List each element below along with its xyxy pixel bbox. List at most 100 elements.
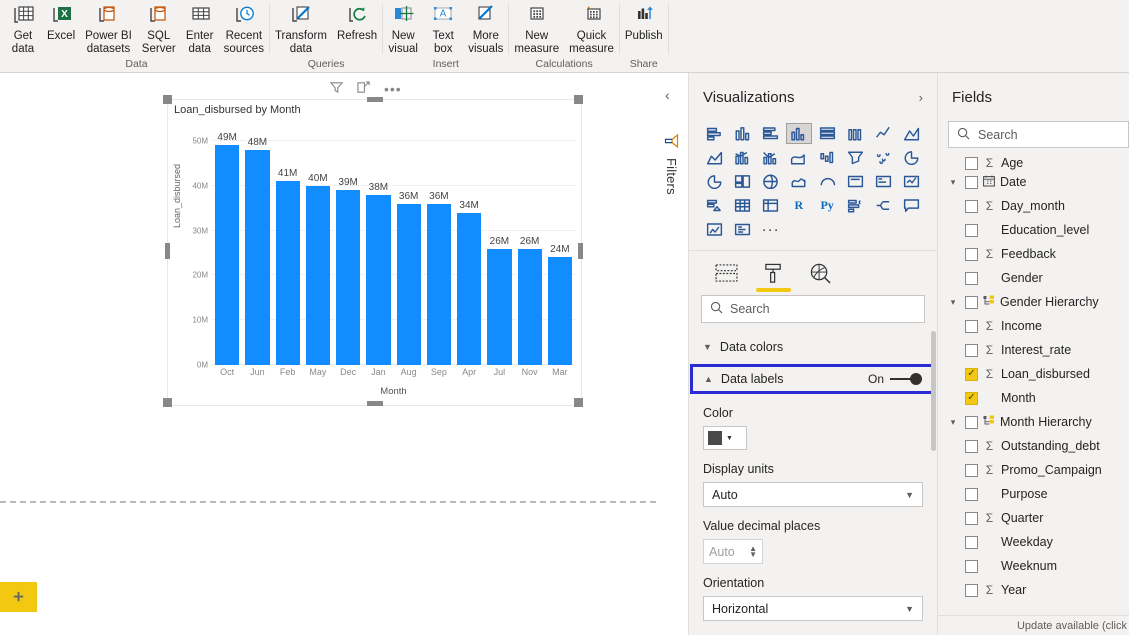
matrix-icon[interactable] (758, 195, 784, 216)
field-row[interactable]: Education_level (938, 218, 1129, 242)
clustered-bar-chart-icon[interactable] (758, 123, 784, 144)
chevron-down-icon[interactable]: ▾ (946, 177, 960, 188)
stacked-column-chart-icon[interactable] (729, 123, 755, 144)
bar[interactable] (457, 213, 481, 365)
value-decimal-places-stepper[interactable]: Auto ▲ ▼ (703, 539, 763, 564)
field-row[interactable]: ΣQuarter (938, 506, 1129, 530)
more-options-icon[interactable]: ··· (758, 219, 784, 240)
bar-column[interactable]: 24M (548, 132, 572, 365)
table-icon[interactable] (729, 195, 755, 216)
bar[interactable] (427, 204, 451, 365)
format-pane-scrollbar[interactable] (931, 331, 936, 451)
field-checkbox[interactable] (965, 224, 978, 237)
stepper-down-icon[interactable]: ▼ (749, 552, 757, 558)
status-bar-update-notice[interactable]: Update available (click (938, 615, 1129, 635)
q-and-a-icon[interactable] (899, 195, 925, 216)
hundred-percent-stacked-bar-icon[interactable] (814, 123, 840, 144)
field-row[interactable]: ▾Gender Hierarchy (938, 290, 1129, 314)
orientation-select[interactable]: Horizontal ▼ (703, 596, 923, 621)
hundred-percent-stacked-column-icon[interactable] (842, 123, 868, 144)
ribbon-button-new-measure[interactable]: New measure (509, 2, 564, 56)
ribbon-button-new-visual[interactable]: New visual (383, 2, 423, 56)
line-stacked-column-icon[interactable] (729, 147, 755, 168)
chevron-down-icon[interactable]: ▾ (946, 297, 960, 308)
bar[interactable] (518, 249, 542, 366)
line-chart-icon[interactable] (871, 123, 897, 144)
field-checkbox[interactable] (965, 560, 978, 573)
bar-column[interactable]: 36M (427, 132, 451, 365)
field-checkbox[interactable] (965, 248, 978, 261)
bar[interactable] (276, 181, 300, 365)
field-checkbox[interactable] (965, 200, 978, 213)
bar-chart-visual[interactable]: Loan_disbursed by Month Loan_disbursed 0… (167, 99, 582, 406)
field-row[interactable]: ▾Date (938, 170, 1129, 194)
selection-handle-tl[interactable] (163, 95, 172, 104)
format-tab[interactable] (762, 256, 785, 290)
bar[interactable] (215, 145, 239, 365)
field-row[interactable]: ΣDay_month (938, 194, 1129, 218)
bar-column[interactable]: 41M (276, 132, 300, 365)
bar[interactable] (397, 204, 421, 365)
treemap-icon[interactable] (729, 171, 755, 192)
add-page-button[interactable] (0, 582, 37, 612)
ribbon-button-enter-data[interactable]: Enter data (181, 2, 219, 56)
ribbon-button-sql-server[interactable]: SQL Server (137, 2, 181, 56)
field-row[interactable]: ▾Month Hierarchy (938, 410, 1129, 434)
scatter-chart-icon[interactable] (871, 147, 897, 168)
field-checkbox[interactable] (965, 368, 978, 381)
filter-icon[interactable] (663, 133, 680, 152)
bar[interactable] (245, 150, 269, 365)
bar-column[interactable]: 40M (306, 132, 330, 365)
bar[interactable] (366, 195, 390, 365)
bar[interactable] (336, 190, 360, 365)
selection-handle-top[interactable] (367, 97, 383, 102)
map-icon[interactable] (758, 171, 784, 192)
line-clustered-column-icon[interactable] (758, 147, 784, 168)
field-row[interactable]: ΣPromo_Campaign (938, 458, 1129, 482)
field-checkbox[interactable] (965, 440, 978, 453)
ribbon-chart-icon[interactable] (786, 147, 812, 168)
ribbon-button-excel[interactable]: X Excel (42, 2, 80, 43)
filter-icon[interactable] (330, 81, 343, 96)
stacked-bar-chart-icon[interactable] (701, 123, 727, 144)
bar-column[interactable]: 26M (518, 132, 542, 365)
field-checkbox[interactable] (965, 512, 978, 525)
donut-chart-icon[interactable] (701, 171, 727, 192)
fields-search-input[interactable] (978, 128, 1129, 142)
selection-handle-bl[interactable] (163, 398, 172, 407)
ribbon-button-recent-sources[interactable]: Recent sources (219, 2, 269, 56)
format-search-input[interactable] (730, 302, 916, 316)
color-picker-button[interactable]: ▼ (703, 426, 747, 450)
report-page[interactable]: ••• Loan_disbursed by Month Loan_disburs… (0, 73, 656, 503)
stacked-area-chart-icon[interactable] (701, 147, 727, 168)
field-checkbox[interactable] (965, 344, 978, 357)
field-row[interactable]: ΣIncome (938, 314, 1129, 338)
field-checkbox[interactable] (965, 488, 978, 501)
chevron-right-icon[interactable]: › (919, 90, 923, 105)
kpi-icon[interactable] (899, 171, 925, 192)
field-row[interactable]: ΣInterest_rate (938, 338, 1129, 362)
focus-mode-icon[interactable] (357, 81, 370, 96)
field-checkbox[interactable] (965, 320, 978, 333)
multi-row-card-icon[interactable] (871, 171, 897, 192)
selection-handle-right[interactable] (578, 243, 583, 259)
chevron-down-icon[interactable]: ▾ (946, 417, 960, 428)
format-search-box[interactable] (701, 295, 925, 323)
selection-handle-bottom[interactable] (367, 401, 383, 406)
bar-column[interactable]: 26M (487, 132, 511, 365)
python-visual-icon[interactable]: Py (814, 195, 840, 216)
more-options-icon[interactable]: ••• (384, 82, 402, 96)
chevron-left-icon[interactable]: ‹ (665, 87, 670, 103)
funnel-chart-icon[interactable] (842, 147, 868, 168)
waterfall-chart-icon[interactable] (814, 147, 840, 168)
field-checkbox[interactable] (965, 464, 978, 477)
bar-column[interactable]: 48M (245, 132, 269, 365)
format-section-data-labels[interactable]: ▲ Data labels On (690, 364, 936, 394)
bar[interactable] (548, 257, 572, 365)
clustered-column-chart-icon[interactable] (786, 123, 812, 144)
smart-narrative-icon[interactable] (701, 219, 727, 240)
field-row[interactable]: Weekday (938, 530, 1129, 554)
field-row[interactable]: Gender (938, 266, 1129, 290)
bar-column[interactable]: 36M (397, 132, 421, 365)
fields-search-box[interactable] (948, 121, 1129, 148)
